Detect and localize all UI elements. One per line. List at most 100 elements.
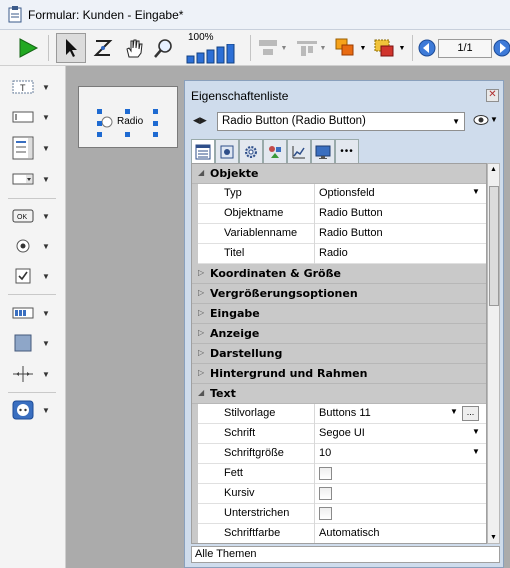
tab-more[interactable]: •••	[335, 139, 359, 163]
selection-handle[interactable]	[125, 132, 130, 137]
style-browse-button[interactable]: ...	[462, 406, 479, 421]
property-row-fett[interactable]: Fett	[192, 464, 486, 484]
run-form-button[interactable]	[14, 35, 42, 61]
progress-indicator-tool[interactable]: ▼	[12, 306, 50, 320]
next-object-icon[interactable]: ▶	[200, 115, 207, 125]
zoom-tool-button[interactable]	[151, 35, 177, 61]
gear-icon	[245, 145, 257, 158]
bold-checkbox[interactable]	[319, 467, 332, 480]
rectangle-tool[interactable]: ▼	[12, 334, 50, 352]
selection-handle[interactable]	[97, 132, 102, 137]
text-tool[interactable]: T ▼	[12, 80, 50, 94]
scrollbar-thumb[interactable]	[489, 186, 499, 306]
close-panel-button[interactable]: ✕	[486, 89, 499, 102]
property-row-variablenname[interactable]: Variablenname Radio Button	[192, 224, 486, 244]
rectangle-icon	[14, 334, 32, 352]
property-list-panel: Eigenschaftenliste ✕ ◀▶ Radio Button (Ra…	[184, 80, 504, 568]
list-tool[interactable]: ▼	[12, 136, 50, 160]
section-vergroesserung[interactable]: ▷ Vergrößerungsoptionen	[192, 284, 486, 304]
selection-handle[interactable]	[153, 121, 158, 126]
property-row-titel[interactable]: Titel Radio	[192, 244, 486, 264]
arrange-button[interactable]: ▼	[331, 36, 369, 60]
property-grid-scrollbar[interactable]: ▲ ▼	[487, 163, 500, 544]
collapse-icon: ◢	[198, 168, 205, 177]
selection-handle[interactable]	[97, 109, 102, 114]
section-eingabe[interactable]: ▷ Eingabe	[192, 304, 486, 324]
input-field-icon	[12, 111, 34, 123]
checkbox-tool[interactable]: ▼	[12, 268, 50, 284]
collapse-icon: ◢	[198, 388, 205, 397]
property-row-typ[interactable]: Typ Optionsfeld ▼	[192, 184, 486, 204]
chevron-down-icon[interactable]: ▼	[472, 427, 480, 436]
object-selector-dropdown[interactable]: Radio Button (Radio Button) ▼	[217, 112, 465, 131]
section-anzeige[interactable]: ▷ Anzeige	[192, 324, 486, 344]
play-icon	[19, 38, 39, 58]
underline-checkbox[interactable]	[319, 507, 332, 520]
scroll-down-icon[interactable]: ▼	[490, 534, 497, 541]
property-row-kursiv[interactable]: Kursiv	[192, 484, 486, 504]
zoom-level-control[interactable]: 100%	[184, 32, 246, 64]
arrow-cursor-icon	[66, 39, 77, 57]
plugin-tool[interactable]: ▼	[12, 400, 50, 420]
property-row-schrift[interactable]: Schrift Segoe UI ▼	[192, 424, 486, 444]
tab-order-tool-button[interactable]	[90, 35, 116, 61]
button-tool[interactable]: OK ▼	[12, 208, 50, 224]
section-darstellung[interactable]: ▷ Darstellung	[192, 344, 486, 364]
object-nav-arrows[interactable]: ◀▶	[193, 115, 215, 129]
window-title: Formular: Kunden - Eingabe*	[28, 7, 184, 22]
ok-button-icon: OK	[12, 209, 34, 223]
section-hintergrund[interactable]: ▷ Hintergrund und Rahmen	[192, 364, 486, 384]
property-row-unterstrichen[interactable]: Unterstrichen	[192, 504, 486, 524]
page-indicator: 1/1	[438, 39, 492, 58]
splitter-tool[interactable]: ▼	[12, 364, 50, 384]
text-area-icon: T	[12, 80, 34, 94]
panel-title: Eigenschaftenliste	[191, 89, 289, 103]
next-page-button[interactable]	[493, 39, 510, 57]
tab-all-properties[interactable]	[191, 139, 215, 164]
dropdown-list-icon	[12, 173, 34, 185]
section-objekte[interactable]: ◢ Objekte	[192, 164, 486, 184]
object-icon	[220, 145, 234, 158]
previous-page-button[interactable]	[418, 39, 436, 57]
expand-icon: ▷	[198, 328, 205, 337]
more-icon: •••	[340, 146, 354, 157]
section-koordinaten[interactable]: ▷ Koordinaten & Größe	[192, 264, 486, 284]
tab-settings[interactable]	[239, 139, 263, 163]
form-document-icon	[8, 6, 22, 23]
chevron-down-icon[interactable]: ▼	[450, 407, 458, 416]
tab-chart[interactable]	[287, 139, 311, 163]
tab-shapes[interactable]	[263, 139, 287, 163]
radio-button-object[interactable]: Radio	[101, 115, 159, 129]
tab-display[interactable]	[311, 139, 335, 163]
selection-handle[interactable]	[153, 132, 158, 137]
section-text[interactable]: ◢ Text	[192, 384, 486, 404]
distribute-icon	[296, 41, 317, 56]
dropdown-tool[interactable]: ▼	[12, 172, 50, 186]
distribute-button[interactable]: ▼	[293, 36, 329, 60]
scroll-up-icon[interactable]: ▲	[490, 166, 497, 173]
chevron-down-icon[interactable]: ▼	[472, 187, 480, 196]
property-row-stilvorlage[interactable]: Stilvorlage Buttons 11 ▼...	[192, 404, 486, 424]
tab-objects[interactable]	[215, 139, 239, 163]
select-tool-button[interactable]	[56, 33, 86, 63]
italic-checkbox[interactable]	[319, 487, 332, 500]
selection-handle[interactable]	[97, 121, 102, 126]
chevron-down-icon: ▼	[452, 117, 460, 126]
input-field-tool[interactable]: ▼	[12, 110, 50, 124]
splitter-icon	[13, 366, 33, 382]
align-button[interactable]: ▼	[254, 36, 290, 60]
selection-handle[interactable]	[125, 109, 130, 114]
previous-object-icon[interactable]: ◀	[193, 115, 200, 125]
hand-tool-button[interactable]	[121, 35, 147, 61]
zoom-bars-icon	[186, 44, 235, 64]
view-options-button[interactable]: ▼	[473, 113, 499, 129]
property-row-schriftgroesse[interactable]: Schriftgröße 10 ▼	[192, 444, 486, 464]
color-button[interactable]: ▼	[370, 36, 408, 60]
radio-button-label: Radio	[117, 116, 144, 127]
property-row-objektname[interactable]: Objektname Radio Button	[192, 204, 486, 224]
property-row-schriftfarbe[interactable]: Schriftfarbe Automatisch	[192, 524, 486, 543]
chevron-down-icon[interactable]: ▼	[472, 447, 480, 456]
selection-handle[interactable]	[153, 109, 158, 114]
radio-button-tool[interactable]: ▼	[12, 238, 50, 254]
form-area[interactable]: Radio	[78, 86, 178, 148]
